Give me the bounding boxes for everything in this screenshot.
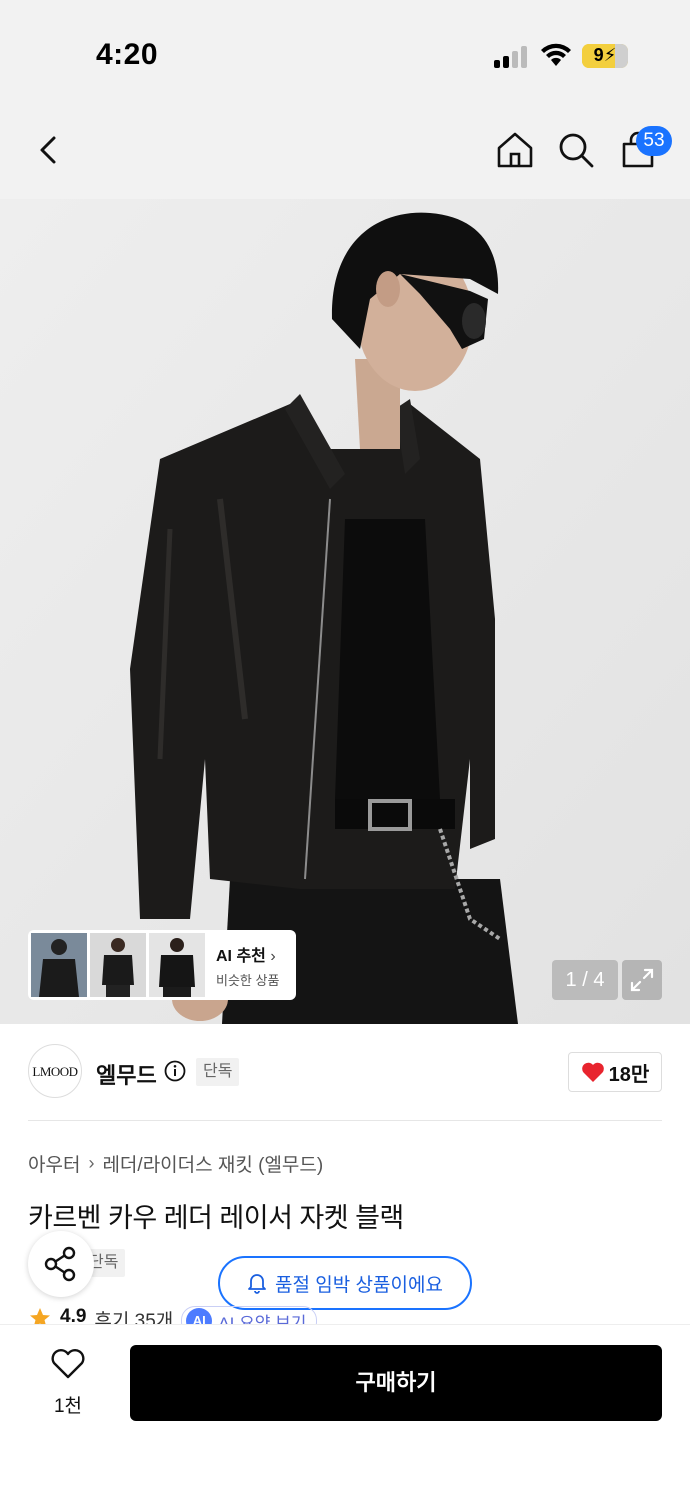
expand-icon[interactable]	[622, 960, 662, 1000]
breadcrumb-item[interactable]: 아우터	[28, 1150, 80, 1177]
cart-count-badge: 53	[636, 126, 672, 156]
status-bar: 4:20 9⚡	[0, 0, 690, 100]
brand-like-button[interactable]: 18만	[568, 1052, 662, 1092]
soldout-soon-text: 품절 임박 상품이에요	[275, 1274, 443, 1296]
product-photo	[0, 199, 690, 1024]
image-counter: 1 / 4	[552, 960, 618, 1000]
wishlist-count: 1천	[53, 1396, 83, 1417]
ai-recommend-card[interactable]: AI 추천 › 비슷한 상품	[28, 930, 296, 1000]
breadcrumb: 아우터 › 레더/라이더스 재킷 (엘무드)	[28, 1150, 323, 1177]
heart-filled-icon	[581, 1062, 604, 1082]
wishlist-button[interactable]: 1천	[40, 1348, 96, 1418]
divider	[28, 1120, 662, 1121]
product-image[interactable]	[0, 199, 690, 1024]
top-nav	[0, 100, 690, 199]
recommend-thumbnail[interactable]	[149, 933, 205, 997]
recommend-thumbnail[interactable]	[31, 933, 87, 997]
brand-logo[interactable]: LMOOD	[28, 1044, 82, 1098]
buy-button[interactable]: 구매하기	[130, 1345, 662, 1421]
brand-name[interactable]: 엘무드	[96, 1058, 157, 1090]
share-icon	[44, 1246, 76, 1282]
heart-outline-icon	[51, 1349, 85, 1379]
battery-icon: 9⚡	[582, 44, 628, 68]
home-icon[interactable]	[495, 130, 535, 170]
brand-like-count: 18만	[608, 1063, 650, 1086]
soldout-soon-notice[interactable]: 품절 임박 상품이에요	[218, 1256, 472, 1310]
share-button[interactable]	[28, 1231, 94, 1297]
ai-recommend-subtitle: 비슷한 상품	[216, 972, 280, 988]
info-icon[interactable]	[164, 1060, 186, 1082]
chevron-right-icon: ›	[88, 1153, 95, 1173]
chevron-right-icon: ›	[270, 947, 276, 965]
status-time: 4:20	[96, 38, 159, 71]
ai-recommend-title: AI 추천	[216, 947, 266, 965]
recommend-thumbnail[interactable]	[90, 933, 146, 997]
search-icon[interactable]	[556, 130, 596, 170]
wifi-icon	[541, 43, 571, 66]
exclusive-badge: 단독	[196, 1058, 240, 1086]
back-icon[interactable]	[30, 130, 70, 170]
breadcrumb-item[interactable]: 레더/라이더스 재킷 (엘무드)	[102, 1150, 323, 1177]
product-title: 카르벤 카우 레더 레이서 자켓 블랙	[28, 1203, 404, 1233]
bell-icon	[248, 1274, 266, 1294]
signal-icon	[494, 44, 530, 68]
